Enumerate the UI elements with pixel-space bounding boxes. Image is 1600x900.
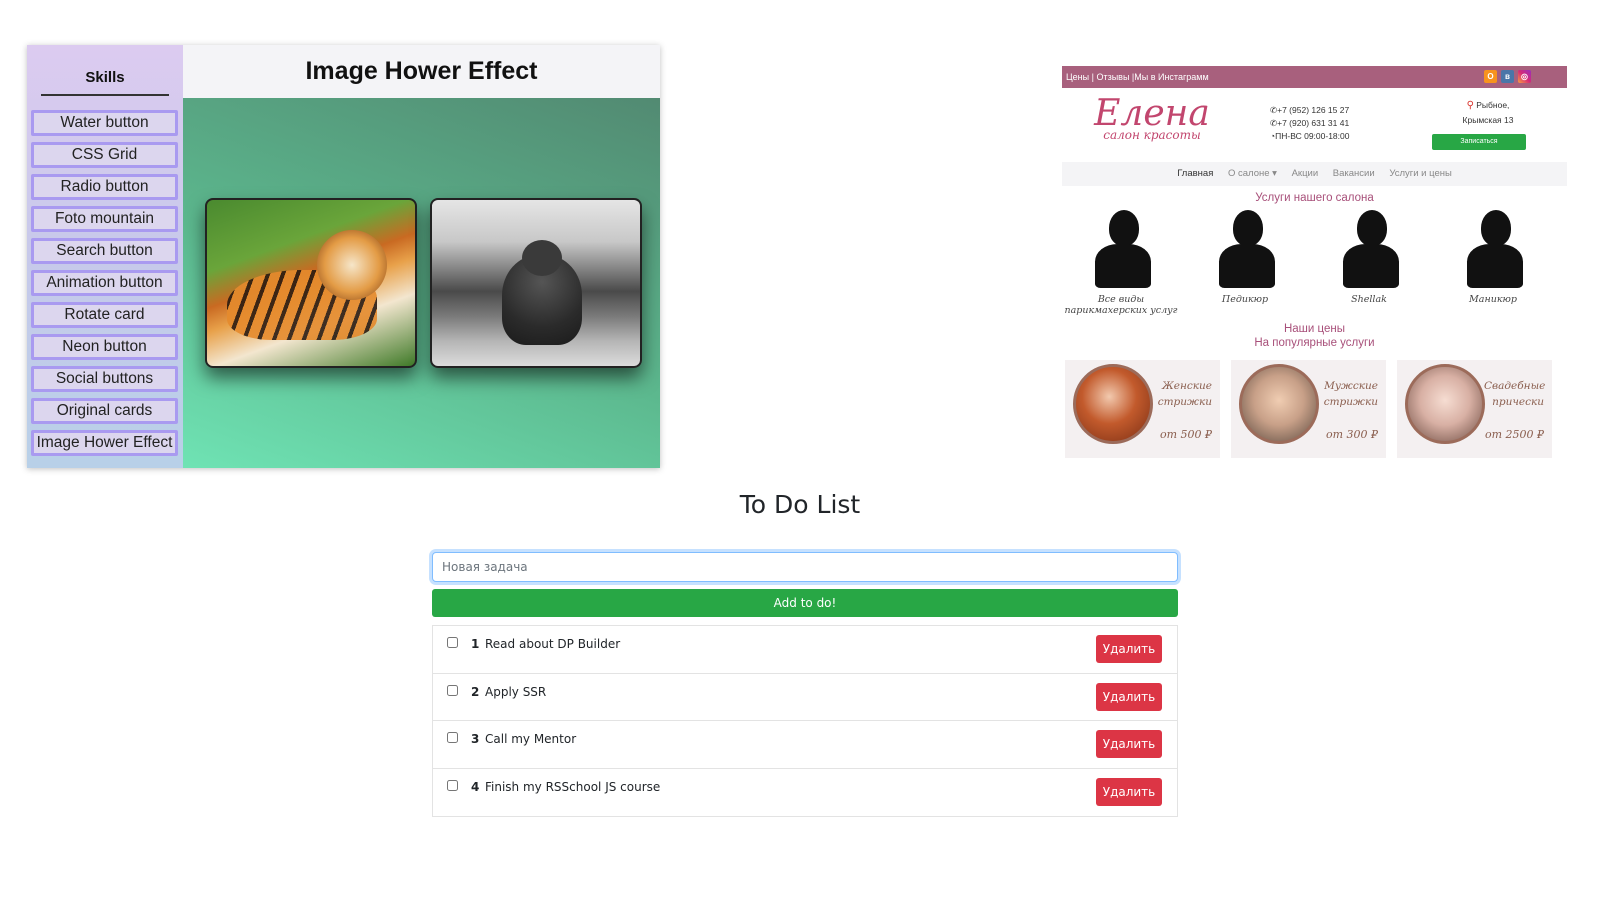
skill-item-foto-mountain[interactable]: Foto mountain xyxy=(31,206,178,232)
skill-item-water-button[interactable]: Water button xyxy=(31,110,178,136)
service-hair[interactable]: Все виды парикмахерских услуг xyxy=(1062,204,1180,316)
service-caption: Shellak xyxy=(1351,294,1387,305)
skills-title: Skills xyxy=(41,69,169,96)
shellak-silhouette-icon xyxy=(1329,204,1409,294)
skill-item-rotate-card[interactable]: Rotate card xyxy=(31,302,178,328)
vk-icon[interactable]: в xyxy=(1501,70,1514,83)
pedicure-silhouette-icon xyxy=(1205,204,1285,294)
price-photo xyxy=(1405,364,1485,444)
salon-address: ⚲ Рыбное, Крымская 13 xyxy=(1428,98,1548,128)
price-cost: от 2500 ₽ xyxy=(1484,428,1544,441)
price-photo xyxy=(1239,364,1319,444)
manicure-silhouette-icon xyxy=(1453,204,1533,294)
todo-number: 4 xyxy=(471,779,480,794)
todo-number: 1 xyxy=(471,637,480,651)
prices-row: Женские стрижки от 500 ₽ Мужские стрижки… xyxy=(1062,360,1567,460)
todo-text: Finish my RSSchool JS course xyxy=(485,779,661,794)
todo-checkbox[interactable] xyxy=(447,684,458,696)
service-caption: Все виды парикмахерских услуг xyxy=(1064,294,1178,316)
todo-text: Apply SSR xyxy=(485,684,547,699)
prices-title-line2: На популярные услуги xyxy=(1254,337,1375,349)
skills-main: Image Hower Effect xyxy=(183,45,660,468)
skill-item-search-button[interactable]: Search button xyxy=(31,238,178,264)
hairdresser-silhouette-icon xyxy=(1081,204,1161,294)
services-row: Все виды парикмахерских услуг Педикюр Sh… xyxy=(1062,204,1567,322)
todo-checkbox[interactable] xyxy=(447,779,458,791)
tiger-head-shape xyxy=(317,230,387,300)
price-card-women[interactable]: Женские стрижки от 500 ₽ xyxy=(1065,360,1220,458)
todo-text: Read about DP Builder xyxy=(485,637,621,651)
price-cost: от 300 ₽ xyxy=(1325,428,1378,441)
bear-head-shape xyxy=(522,240,562,276)
service-manicure[interactable]: Маникюр xyxy=(1434,204,1552,305)
skill-item-radio-button[interactable]: Radio button xyxy=(31,174,178,200)
todo-number: 3 xyxy=(471,732,480,746)
price-card-wedding[interactable]: Свадебные прически от 2500 ₽ xyxy=(1397,360,1552,458)
map-pin-icon: ⚲ xyxy=(1466,100,1474,111)
todo-checkbox[interactable] xyxy=(447,637,458,648)
skills-list: Water button CSS Grid Radio button Foto … xyxy=(27,110,183,456)
price-name: Свадебные прически xyxy=(1484,380,1546,408)
salon-social-icons: О в ◎ xyxy=(1484,70,1531,83)
salon-site-preview: Цены | Отзывы |Мы в Инстаграмм О в ◎ Еле… xyxy=(1062,66,1567,473)
delete-todo-button[interactable]: Удалить xyxy=(1096,777,1162,806)
skill-item-social-buttons[interactable]: Social buttons xyxy=(31,366,178,392)
price-photo xyxy=(1073,364,1153,444)
skill-item-original-cards[interactable]: Original cards xyxy=(31,398,178,424)
price-name: Мужские стрижки xyxy=(1323,380,1378,408)
todo-item: 4 Finish my RSSchool JS course Удалить xyxy=(433,769,1177,817)
tiger-image[interactable] xyxy=(205,198,417,368)
delete-todo-button[interactable]: Удалить xyxy=(1096,730,1162,758)
salon-topbar-links[interactable]: Цены | Отзывы |Мы в Инстаграмм xyxy=(1066,72,1209,82)
todo-list: 1 Read about DP Builder Удалить 2 Apply … xyxy=(432,625,1178,817)
image-hover-demo-card: Skills Water button CSS Grid Radio butto… xyxy=(27,45,660,468)
page-title: Image Hower Effect xyxy=(183,45,660,98)
todo-number: 2 xyxy=(471,684,480,699)
service-caption: Педикюр xyxy=(1221,294,1269,305)
salon-logo-sub: салон красоты xyxy=(1103,128,1201,142)
salon-header: Елена салон красоты ✆+7 (952) 126 15 27 … xyxy=(1062,88,1567,176)
instagram-icon[interactable]: ◎ xyxy=(1518,70,1531,83)
todo-item: 3 Call my Mentor Удалить xyxy=(433,721,1177,769)
salon-topbar: Цены | Отзывы |Мы в Инстаграмм О в ◎ xyxy=(1062,66,1567,88)
service-caption: Маникюр xyxy=(1469,294,1517,305)
prices-title-line1: Наши цены xyxy=(1283,323,1345,335)
delete-todo-button[interactable]: Удалить xyxy=(1096,682,1162,711)
todo-title: To Do List xyxy=(739,490,861,519)
salon-address-line1: Рыбное, xyxy=(1476,100,1510,110)
price-card-men[interactable]: Мужские стрижки от 300 ₽ xyxy=(1231,360,1386,458)
salon-address-line2: Крымская 13 xyxy=(1462,115,1514,125)
salon-hours: ПН-ВС 09:00-18:00 xyxy=(1275,131,1350,141)
price-name: Женские стрижки xyxy=(1157,380,1212,408)
skill-item-css-grid[interactable]: CSS Grid xyxy=(31,142,178,168)
delete-todo-button[interactable]: Удалить xyxy=(1096,635,1162,663)
services-title: Услуги нашего салона xyxy=(1255,192,1374,204)
price-cost: от 500 ₽ xyxy=(1159,428,1212,441)
salon-phone-1[interactable]: +7 (952) 126 15 27 xyxy=(1277,105,1349,115)
service-shellak[interactable]: Shellak xyxy=(1310,204,1428,305)
skill-item-image-hower-effect[interactable]: Image Hower Effect xyxy=(31,430,178,456)
skills-sidebar: Skills Water button CSS Grid Radio butto… xyxy=(27,45,183,468)
salon-contacts: ✆+7 (952) 126 15 27 ✆+7 (920) 631 31 41 … xyxy=(1270,104,1349,143)
add-todo-button[interactable]: Add to do! xyxy=(432,589,1178,617)
todo-checkbox[interactable] xyxy=(447,732,458,743)
image-stage xyxy=(183,98,660,468)
odnoklassniki-icon[interactable]: О xyxy=(1484,70,1497,83)
todo-text: Call my Mentor xyxy=(485,732,577,746)
prices-title: Наши цены На популярные услуги xyxy=(1062,322,1567,350)
skill-item-animation-button[interactable]: Animation button xyxy=(31,270,178,296)
new-task-input[interactable] xyxy=(432,552,1178,582)
salon-logo[interactable]: Елена салон красоты xyxy=(1092,94,1212,143)
service-pedicure[interactable]: Педикюр xyxy=(1186,204,1304,305)
bear-image[interactable] xyxy=(430,198,642,368)
todo-item: 2 Apply SSR Удалить xyxy=(433,674,1177,721)
salon-phone-2[interactable]: +7 (920) 631 31 41 xyxy=(1277,118,1349,128)
skill-item-neon-button[interactable]: Neon button xyxy=(31,334,178,360)
book-appointment-button[interactable]: Записаться xyxy=(1432,134,1526,150)
todo-item: 1 Read about DP Builder Удалить xyxy=(433,626,1177,674)
